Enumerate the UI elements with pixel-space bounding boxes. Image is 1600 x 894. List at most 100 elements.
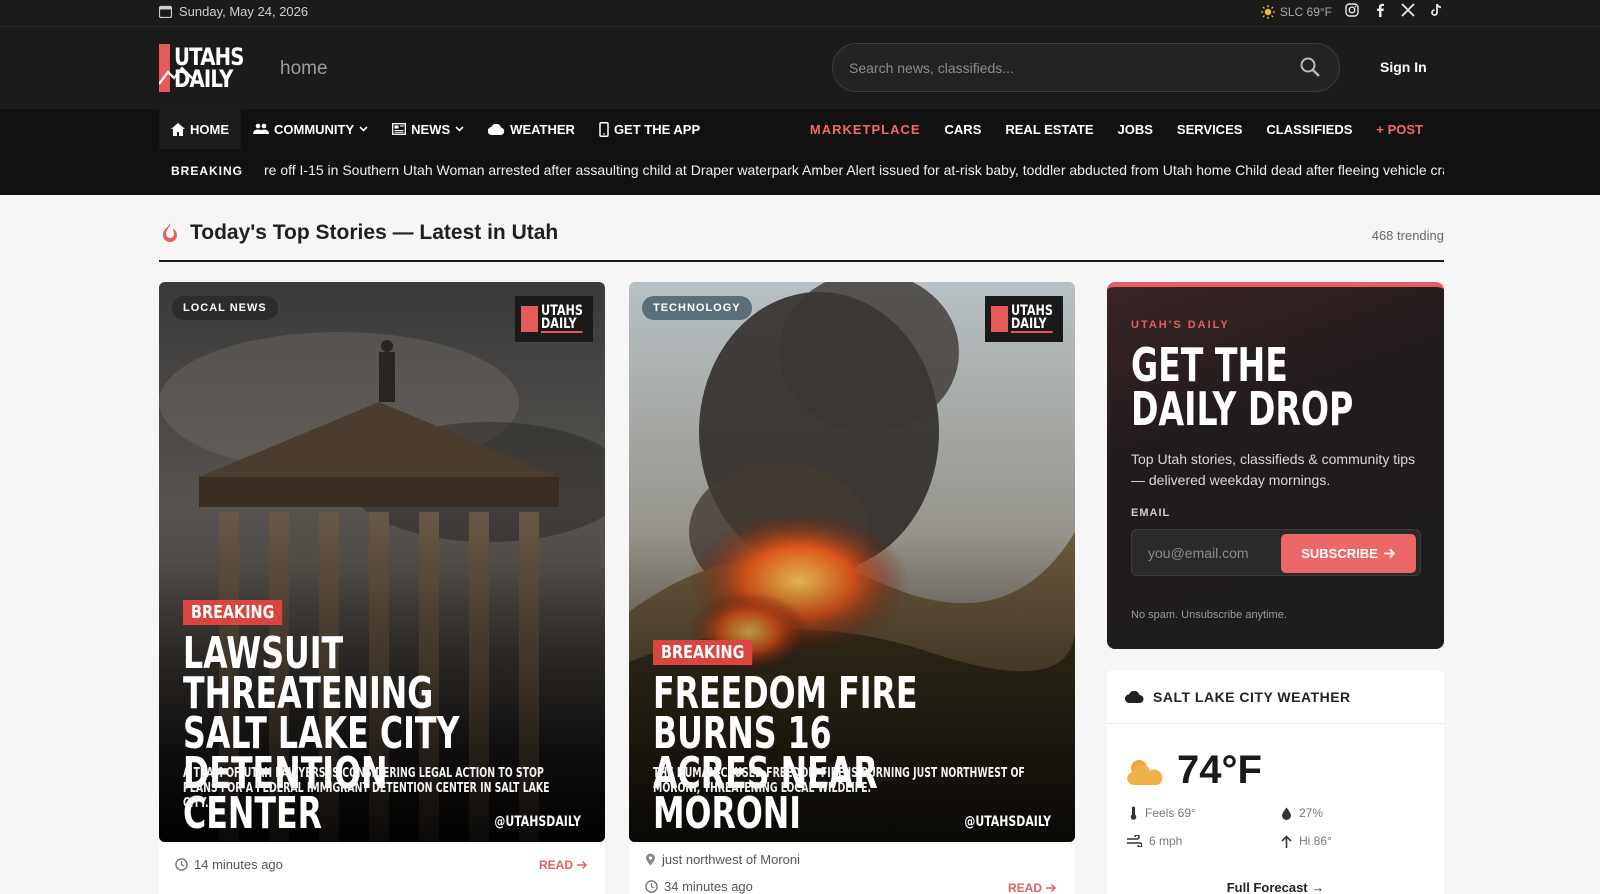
x-icon[interactable] bbox=[1400, 3, 1416, 20]
people-icon bbox=[253, 123, 269, 134]
full-forecast-link[interactable]: Full Forecast → bbox=[1107, 880, 1444, 894]
instagram-icon[interactable] bbox=[1344, 3, 1360, 20]
wind-text: 6 mph bbox=[1149, 834, 1183, 848]
sun-icon bbox=[1260, 4, 1275, 19]
nav-community[interactable]: COMMUNITY bbox=[241, 109, 380, 149]
chevron-down-icon bbox=[455, 126, 464, 132]
nav-classifieds[interactable]: CLASSIFIEDS bbox=[1266, 122, 1352, 137]
weather-header: SALT LAKE CITY WEATHER bbox=[1107, 670, 1444, 724]
humidity: 27% bbox=[1281, 806, 1323, 820]
story-card[interactable]: TECHNOLOGY UTAHS DAILY BREAKING Freedom F… bbox=[629, 282, 1075, 842]
headline-line: Freedom Fire burns 16 bbox=[653, 668, 918, 759]
story-dek: A team of Utah lawyers is considering le… bbox=[183, 766, 550, 811]
newsletter-title: GET THE DAILY DROP bbox=[1131, 338, 1405, 436]
story-headline[interactable]: Freedom Fire burns 16 acres near Moroni bbox=[653, 668, 991, 836]
site-header: UTAHS DAILY home Sign In bbox=[0, 27, 1600, 109]
arrow-right-icon bbox=[1046, 883, 1057, 893]
weather-title: SALT LAKE CITY WEATHER bbox=[1153, 688, 1351, 705]
section-title: Today's Top Stories — Latest in Utah bbox=[190, 221, 559, 244]
subscribe-button[interactable]: SUBSCRIBE bbox=[1281, 534, 1416, 573]
logo-mountain-mark bbox=[521, 306, 538, 332]
time-text: 34 minutes ago bbox=[664, 879, 753, 894]
search-input[interactable] bbox=[849, 56, 1269, 80]
trending-count: 468 trending bbox=[1371, 228, 1444, 243]
nav-weather[interactable]: WEATHER bbox=[476, 109, 587, 149]
story-card[interactable]: LOCAL NEWS UTAHS DAILY BREAKING Lawsuit t… bbox=[159, 282, 605, 842]
tiktok-icon[interactable] bbox=[1428, 3, 1444, 20]
site-logo[interactable]: UTAHS DAILY bbox=[159, 42, 259, 94]
humidity-text: 27% bbox=[1299, 806, 1324, 820]
nav-marketplace[interactable]: MARKETPLACE bbox=[810, 122, 921, 137]
nav-news[interactable]: NEWS bbox=[380, 109, 476, 149]
facebook-icon[interactable] bbox=[1372, 3, 1388, 20]
card-logo: UTAHS DAILY bbox=[985, 296, 1063, 342]
droplet-icon bbox=[1282, 807, 1291, 820]
time-text: 14 minutes ago bbox=[194, 857, 283, 872]
nav-get-app[interactable]: GET THE APP bbox=[587, 109, 712, 149]
social-handle: @UTAHSDAILY bbox=[494, 814, 581, 830]
nav-news-label: NEWS bbox=[411, 121, 451, 137]
story-dek: The human-caused Freedom Fire is burning… bbox=[653, 766, 1025, 796]
read-link[interactable]: READ bbox=[539, 858, 588, 872]
newsletter-title-line: DAILY DROP bbox=[1131, 382, 1354, 436]
nav-home-label: HOME bbox=[190, 121, 229, 137]
logo-mountain-mark bbox=[991, 306, 1008, 332]
search-bar[interactable] bbox=[832, 43, 1340, 92]
nav-jobs[interactable]: JOBS bbox=[1118, 122, 1153, 137]
category-badge[interactable]: TECHNOLOGY bbox=[642, 296, 752, 320]
wind: 6 mph bbox=[1127, 834, 1182, 848]
high-text: Hi 86° bbox=[1299, 834, 1332, 848]
arrow-right-icon bbox=[577, 860, 588, 870]
breaking-ticker: BREAKING re off I-15 in Southern Utah Wo… bbox=[0, 149, 1600, 195]
card-logo-wordmark: UTAHS DAILY bbox=[540, 304, 583, 333]
ticker-text[interactable]: re off I-15 in Southern Utah Woman arres… bbox=[264, 162, 1444, 178]
headline-line: Lawsuit threatening bbox=[183, 628, 434, 719]
arrow-right-icon bbox=[1383, 548, 1395, 559]
location-pin-icon bbox=[646, 853, 655, 866]
weather-widget: SALT LAKE CITY WEATHER 74°F Feels 69° 27… bbox=[1107, 670, 1444, 894]
feels-text: Feels 69° bbox=[1145, 806, 1196, 820]
email-field[interactable] bbox=[1148, 543, 1278, 563]
card-logo: UTAHS DAILY bbox=[515, 296, 593, 342]
read-link[interactable]: READ bbox=[1008, 881, 1057, 894]
nav-weather-label: WEATHER bbox=[510, 121, 575, 137]
nav-post-button[interactable]: + POST bbox=[1376, 122, 1423, 137]
nav-home[interactable]: HOME bbox=[159, 109, 241, 149]
fire-icon bbox=[163, 223, 177, 242]
story-time: 34 minutes ago bbox=[645, 879, 753, 894]
nav-cars[interactable]: CARS bbox=[945, 122, 982, 137]
weather-mini[interactable]: SLC 69°F bbox=[1260, 4, 1332, 19]
newspaper-icon bbox=[392, 123, 407, 135]
location-text: just northwest of Moroni bbox=[662, 852, 801, 867]
temp-value: 74°F bbox=[1177, 748, 1262, 792]
card-logo-line-2: DAILY bbox=[540, 316, 577, 332]
search-icon[interactable] bbox=[1299, 56, 1321, 78]
top-utility-bar: Sunday, May 24, 2026 SLC 69°F bbox=[0, 0, 1600, 27]
wind-icon bbox=[1127, 835, 1142, 847]
high-temp: Hi 86° bbox=[1281, 834, 1332, 848]
forecast-label: Full Forecast bbox=[1226, 880, 1308, 894]
logo-wordmark: UTAHS DAILY bbox=[174, 45, 244, 91]
calendar-icon bbox=[159, 5, 172, 18]
main-nav: HOME COMMUNITY NEWS WEATHER GET THE APP … bbox=[0, 109, 1600, 149]
thermometer-icon bbox=[1130, 806, 1137, 820]
category-badge[interactable]: LOCAL NEWS bbox=[172, 296, 278, 320]
social-handle: @UTAHSDAILY bbox=[964, 814, 1051, 830]
email-label: EMAIL bbox=[1131, 507, 1171, 519]
sign-in-button[interactable]: Sign In bbox=[1380, 59, 1427, 75]
date-display: Sunday, May 24, 2026 bbox=[159, 4, 308, 19]
arrow-up-icon bbox=[1281, 834, 1292, 848]
house-icon bbox=[171, 122, 185, 136]
breaking-tag: BREAKING bbox=[183, 600, 283, 625]
clock-icon bbox=[645, 880, 658, 893]
cloud-icon bbox=[488, 123, 505, 135]
read-label: READ bbox=[539, 858, 574, 872]
weather-mini-text: SLC 69°F bbox=[1279, 4, 1332, 19]
nav-services[interactable]: SERVICES bbox=[1177, 122, 1243, 137]
nav-real-estate[interactable]: REAL ESTATE bbox=[1005, 122, 1093, 137]
clock-icon bbox=[175, 858, 188, 871]
feels-like: Feels 69° bbox=[1129, 806, 1196, 820]
newsletter-title-line: GET THE bbox=[1131, 338, 1288, 392]
breaking-tag: BREAKING bbox=[653, 640, 753, 665]
subscribe-label: SUBSCRIBE bbox=[1301, 546, 1378, 561]
